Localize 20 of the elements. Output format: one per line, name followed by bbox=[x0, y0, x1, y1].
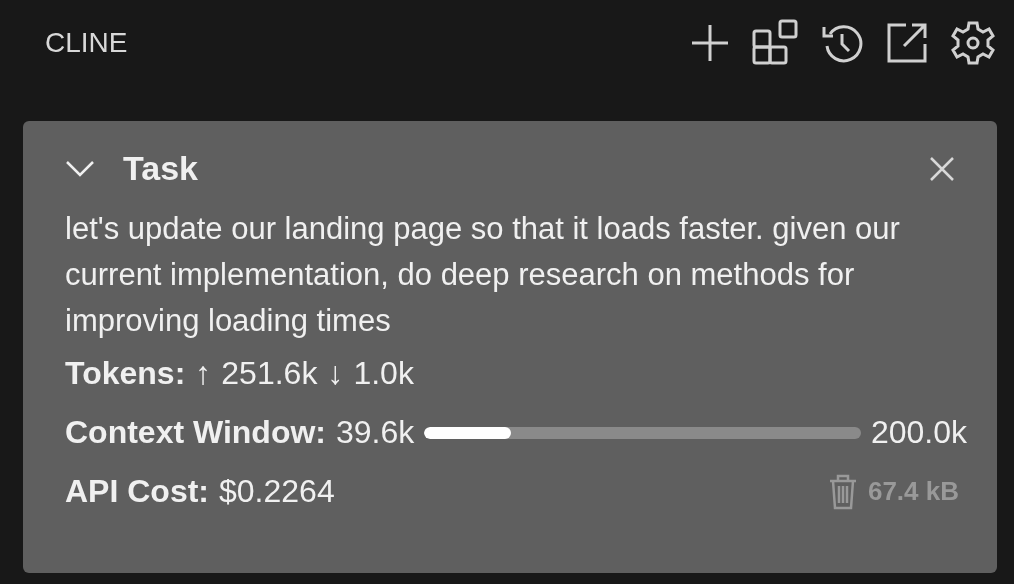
panel-title: CLINE bbox=[45, 26, 128, 59]
chevron-icon[interactable] bbox=[65, 159, 95, 178]
tokens-out: 1.0k bbox=[353, 355, 414, 392]
api-cost-value: $0.2264 bbox=[219, 473, 335, 510]
close-icon[interactable] bbox=[929, 155, 955, 182]
task-title: Task bbox=[123, 149, 198, 188]
task-description: let's update our landing page so that it loads faster. given our current implementation, do deep research on methods for improving loading times bbox=[65, 210, 901, 340]
plus-icon[interactable] bbox=[690, 22, 730, 63]
grid-icon[interactable] bbox=[752, 18, 800, 67]
api-cost-label: API Cost: bbox=[65, 473, 209, 510]
settings-icon[interactable] bbox=[950, 19, 996, 66]
down-arrow: ↓ bbox=[327, 355, 344, 392]
external-link-icon[interactable] bbox=[886, 21, 928, 64]
tokens-label: Tokens: bbox=[65, 355, 186, 392]
context-max: 200.0k bbox=[870, 414, 967, 451]
context-window-label: Context Window: bbox=[65, 414, 326, 451]
up-arrow: ↑ bbox=[195, 355, 212, 392]
tokens-in: 251.6k bbox=[221, 355, 318, 392]
context-used: 39.6k bbox=[336, 414, 415, 451]
task-size: 67.4 kB bbox=[867, 476, 959, 507]
